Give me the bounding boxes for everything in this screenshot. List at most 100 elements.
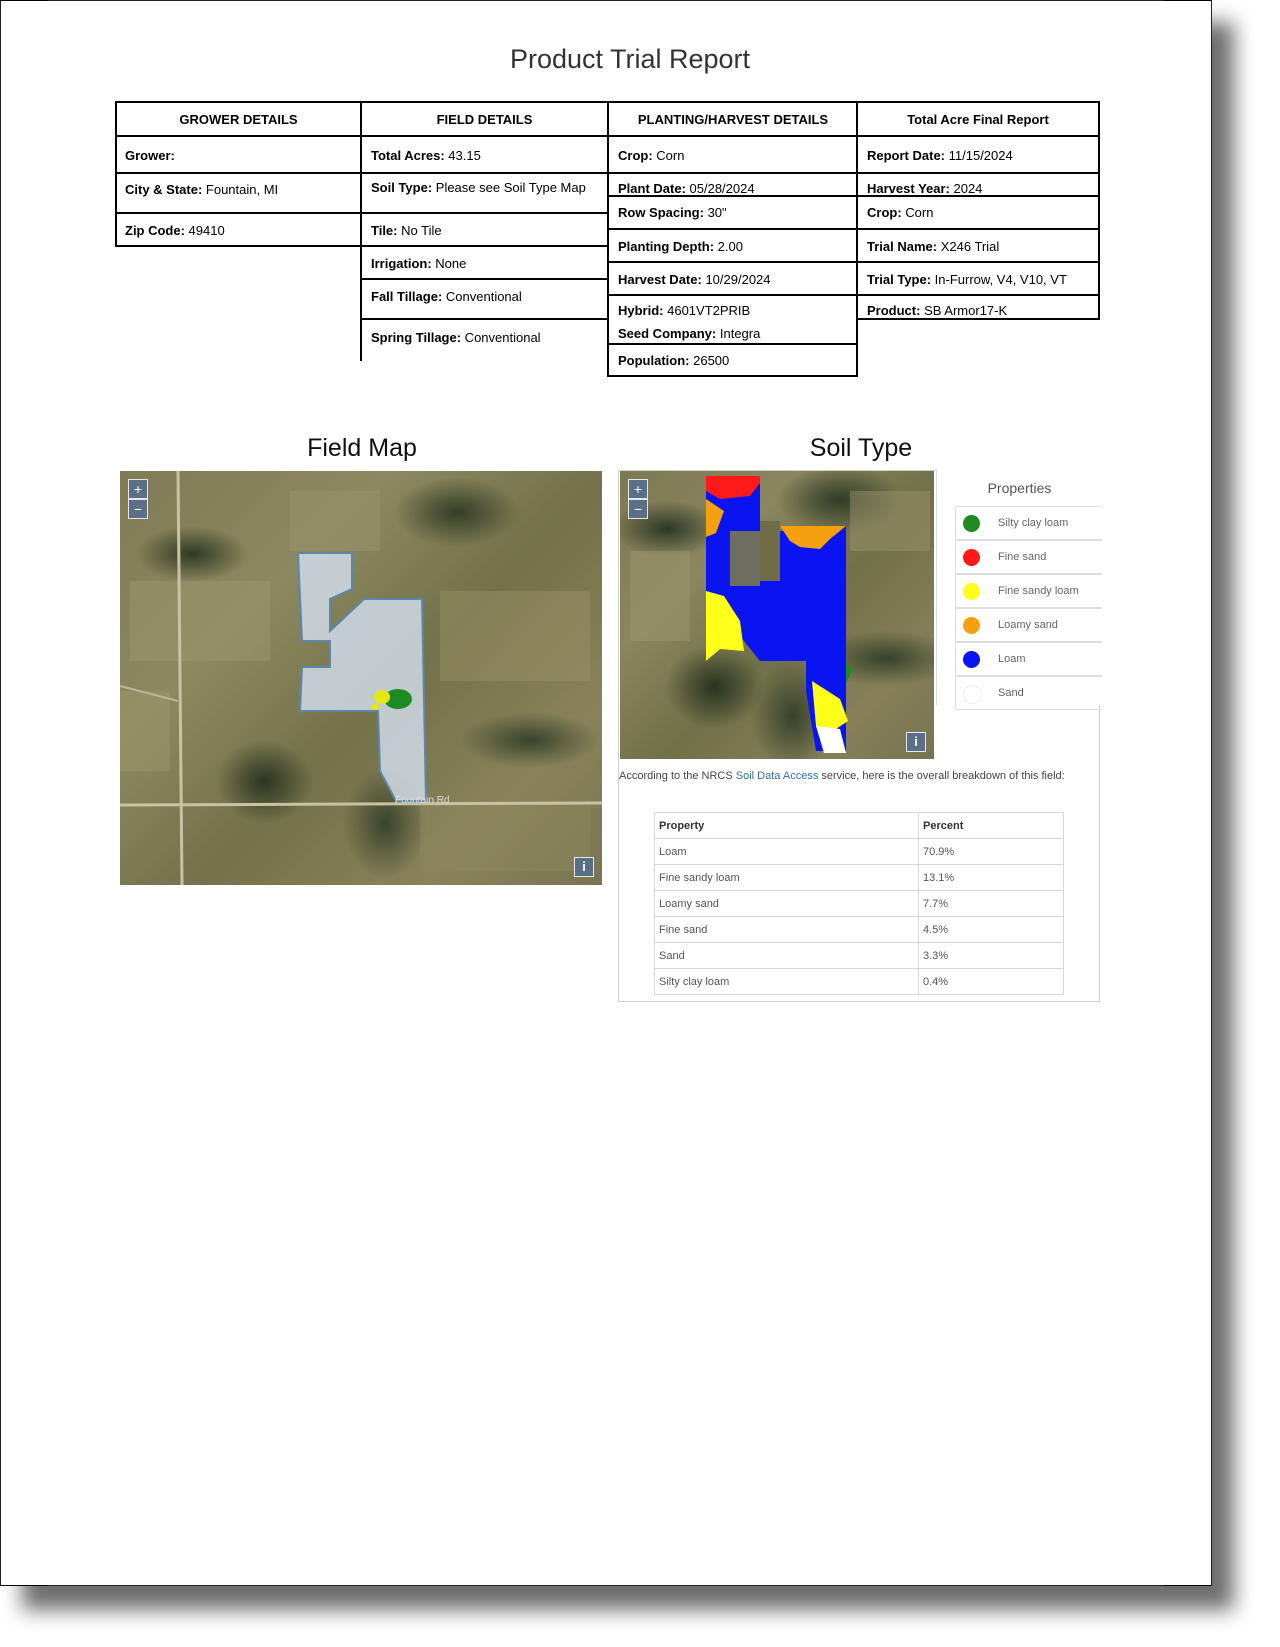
table-row: Fine sand 4.5%: [654, 916, 1064, 943]
legend-swatch: [963, 617, 980, 634]
spring-tillage-row: Spring Tillage: Conventional: [371, 330, 541, 345]
table-row: Loamy sand 7.7%: [654, 890, 1064, 917]
map-info-button[interactable]: i: [574, 857, 594, 877]
grower-header: GROWER DETAILS: [179, 112, 298, 127]
zoom-in-button[interactable]: +: [128, 479, 148, 499]
fall-tillage-row: Fall Tillage: Conventional: [371, 289, 522, 304]
property-cell: Loam: [654, 838, 919, 865]
trial-name-row: Trial Name: X246 Trial: [867, 239, 1000, 254]
grid-line: [607, 101, 609, 377]
legend-swatch: [963, 685, 982, 704]
hybrid-row: Hybrid: 4601VT2PRIB: [618, 303, 751, 318]
legend-swatch: [963, 651, 980, 668]
field-map[interactable]: Fountain Rd + − i: [120, 471, 602, 885]
zoom-out-button[interactable]: −: [128, 499, 148, 519]
percent-cell: 7.7%: [918, 890, 1064, 917]
zip-code-row: Zip Code: 49410: [125, 223, 225, 238]
crop-mark: [0, 0, 48, 1]
harvest-year-row: Harvest Year: 2024: [867, 181, 983, 196]
property-cell: Sand: [654, 942, 919, 969]
report-crop-row: Crop: Corn: [867, 205, 934, 220]
row-spacing-row: Row Spacing: 30": [618, 205, 727, 220]
harvest-date-row: Harvest Date: 10/29/2024: [618, 272, 771, 287]
property-cell: Silty clay loam: [654, 968, 919, 995]
total-acres-row: Total Acres: 43.15: [371, 148, 481, 163]
legend-item: Sand: [955, 676, 1102, 710]
legend-item: Silty clay loam: [955, 506, 1102, 540]
legend-item: Fine sand: [955, 540, 1102, 574]
percent-cell: 4.5%: [918, 916, 1064, 943]
soil-zoom-out-button[interactable]: −: [628, 499, 648, 519]
planting-depth-row: Planting Depth: 2.00: [618, 239, 743, 254]
percent-cell: 70.9%: [918, 838, 1064, 865]
road-label: Fountain Rd: [395, 795, 449, 806]
city-state-row: City & State: Fountain, MI: [125, 182, 279, 197]
table-row: Fine sandy loam 13.1%: [654, 864, 1064, 891]
column-header: Property: [654, 812, 919, 839]
grid-line: [609, 375, 858, 377]
grower-row: Grower:: [125, 148, 175, 163]
grid-line: [362, 318, 609, 320]
page-title: Product Trial Report: [509, 44, 751, 74]
grid-line: [115, 212, 609, 214]
legend-label: Fine sandy loam: [998, 585, 1079, 597]
soil-map[interactable]: + − i: [620, 471, 934, 759]
soil-summary-text: According to the NRCS Soil Data Access s…: [619, 768, 1069, 785]
legend-swatch: [963, 583, 980, 600]
legend-item: Loamy sand: [955, 608, 1102, 642]
grid-line: [362, 278, 609, 280]
field-header: FIELD DETAILS: [436, 112, 533, 127]
field-map-imagery: Fountain Rd: [120, 471, 602, 885]
product-row: Product: SB Armor17-K: [867, 303, 1008, 318]
grid-line: [609, 261, 1100, 263]
table-row: Silty clay loam 0.4%: [654, 968, 1064, 995]
crop-mark: [0, 1585, 48, 1586]
trial-type-row: Trial Type: In-Furrow, V4, V10, VT: [867, 272, 1067, 287]
legend-label: Loam: [998, 653, 1026, 665]
legend-label: Loamy sand: [998, 619, 1058, 631]
grid-line: [609, 343, 858, 345]
property-cell: Fine sand: [654, 916, 919, 943]
legend-label: Fine sand: [998, 551, 1047, 563]
soil-breakdown-table: Property Percent Loam 70.9% Fine sandy lo…: [654, 812, 1064, 995]
legend-swatch: [963, 515, 980, 532]
legend-item: Loam: [955, 642, 1102, 676]
soil-type-title: Soil Type: [809, 434, 913, 462]
soil-map-info-button[interactable]: i: [906, 732, 926, 752]
planting-header: PLANTING/HARVEST DETAILS: [637, 112, 829, 127]
crop-mark: [1164, 1585, 1212, 1586]
table-header-row: Property Percent: [654, 812, 1064, 839]
legend-title: Properties: [987, 480, 1052, 496]
legend-label: Silty clay loam: [998, 517, 1069, 529]
grid-line: [609, 294, 1100, 296]
grid-line: [856, 101, 858, 377]
soil-map-imagery: [620, 471, 934, 759]
percent-cell: 0.4%: [918, 968, 1064, 995]
property-cell: Fine sandy loam: [654, 864, 919, 891]
note-text: service, here is the overall breakdown o…: [818, 770, 1065, 782]
grid-line: [115, 101, 117, 247]
soil-type-row: Soil Type: Please see Soil Type Map: [371, 180, 586, 195]
table-row: Sand 3.3%: [654, 942, 1064, 969]
crop-mark: [1164, 0, 1212, 1]
legend-item: Fine sandy loam: [955, 574, 1102, 608]
property-cell: Loamy sand: [654, 890, 919, 917]
grid-line: [115, 245, 362, 247]
legend-swatch: [963, 549, 980, 566]
irrigation-row: Irrigation: None: [371, 256, 467, 271]
grid-line: [362, 245, 609, 247]
grid-line: [609, 195, 1100, 197]
report-date-row: Report Date: 11/15/2024: [867, 148, 1013, 163]
tile-row: Tile: No Tile: [371, 223, 442, 238]
legend-label: Sand: [998, 687, 1024, 699]
percent-cell: 3.3%: [918, 942, 1064, 969]
table-row: Loam 70.9%: [654, 838, 1064, 865]
seed-company-row: Seed Company: Integra: [618, 326, 761, 341]
soil-legend: Properties Silty clay loam Fine sand Fin…: [936, 469, 1102, 710]
grid-line: [858, 318, 1100, 320]
soil-data-access-link[interactable]: Soil Data Access: [736, 770, 819, 782]
grid-line: [1098, 101, 1100, 320]
soil-zoom-in-button[interactable]: +: [628, 479, 648, 499]
report-header: Total Acre Final Report: [907, 112, 1049, 127]
field-map-title: Field Map: [307, 434, 417, 462]
